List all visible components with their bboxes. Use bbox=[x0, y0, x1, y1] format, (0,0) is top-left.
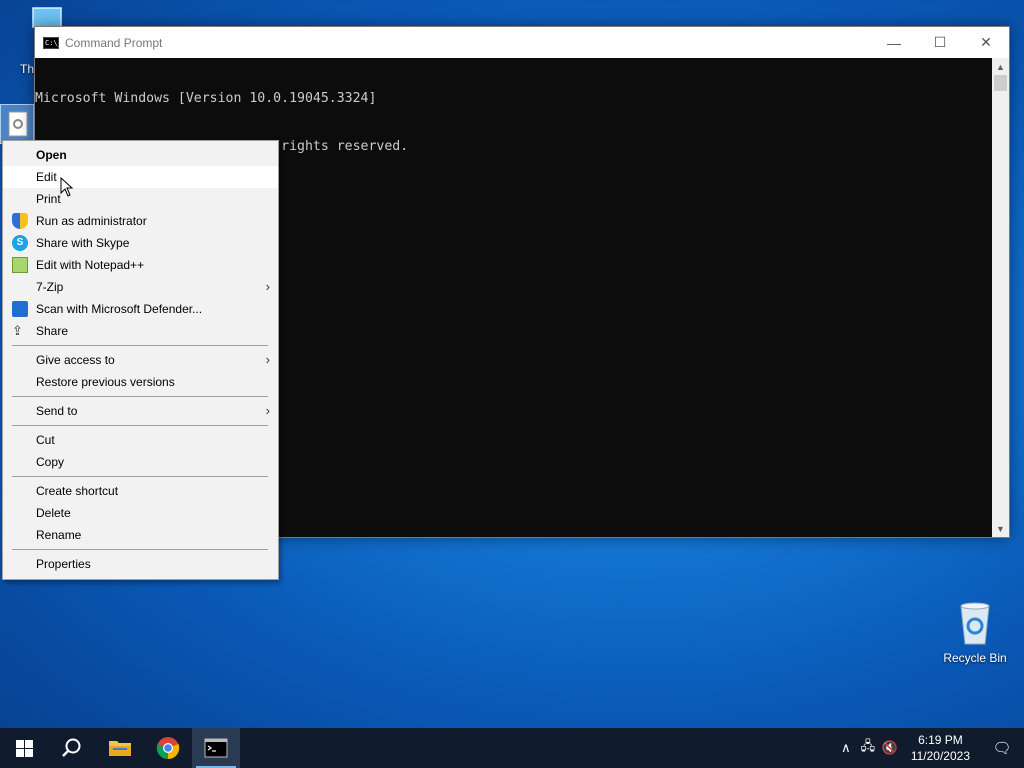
clock-time: 6:19 PM bbox=[918, 733, 963, 747]
scroll-down-arrow-icon[interactable]: ▼ bbox=[992, 520, 1009, 537]
menu-item-print[interactable]: Print bbox=[3, 188, 278, 210]
chevron-right-icon: › bbox=[265, 352, 270, 367]
menu-item-label: Copy bbox=[36, 455, 65, 469]
menu-item-label: Scan with Microsoft Defender... bbox=[36, 302, 203, 316]
vertical-scrollbar[interactable]: ▲ ▼ bbox=[992, 58, 1009, 537]
window-title: Command Prompt bbox=[65, 35, 163, 50]
menu-item-label: Print bbox=[36, 192, 61, 206]
cmd-app-icon: C:\_ bbox=[43, 36, 62, 49]
menu-item-properties[interactable]: Properties bbox=[3, 553, 278, 575]
menu-item-label: Cut bbox=[36, 433, 55, 447]
menu-item-label: Share with Skype bbox=[36, 236, 130, 250]
chrome-icon bbox=[156, 737, 180, 760]
menu-item-label: Properties bbox=[36, 557, 91, 571]
menu-item-label: Create shortcut bbox=[36, 484, 119, 498]
notification-icon[interactable]: 🗨 bbox=[980, 739, 1024, 757]
recycle-bin-label: Recycle Bin bbox=[943, 651, 1007, 665]
menu-item-label: Send to bbox=[36, 404, 78, 418]
minimize-button[interactable]: — bbox=[871, 27, 917, 58]
menu-item-edit[interactable]: Edit bbox=[3, 166, 278, 188]
clock[interactable]: 6:19 PM 11/20/2023 bbox=[901, 732, 980, 764]
close-button[interactable]: ✕ bbox=[963, 27, 1009, 58]
menu-separator bbox=[12, 476, 268, 477]
menu-item-copy[interactable]: Copy bbox=[3, 451, 278, 473]
chevron-right-icon: › bbox=[265, 279, 270, 294]
menu-item-open[interactable]: Open bbox=[3, 144, 278, 166]
menu-item-label: Edit with Notepad++ bbox=[36, 258, 145, 272]
menu-separator bbox=[12, 425, 268, 426]
defender-icon bbox=[12, 301, 28, 317]
menu-item-label: Rename bbox=[36, 528, 82, 542]
console-line: Microsoft Windows [Version 10.0.19045.33… bbox=[35, 91, 377, 106]
menu-item-give-access-to[interactable]: Give access to › bbox=[3, 349, 278, 371]
file-explorer-button[interactable] bbox=[96, 728, 144, 768]
skype-icon: S bbox=[12, 235, 28, 251]
menu-item-rename[interactable]: Rename bbox=[3, 524, 278, 546]
search-button[interactable] bbox=[48, 728, 96, 768]
system-tray: ∧ 🖧 🔇 6:19 PM 11/20/2023 🗨 bbox=[835, 728, 1024, 768]
menu-item-edit-with-notepad[interactable]: Edit with Notepad++ bbox=[3, 254, 278, 276]
network-icon[interactable]: 🖧 bbox=[857, 737, 879, 759]
menu-separator bbox=[12, 345, 268, 346]
volume-muted-icon[interactable]: 🔇 bbox=[879, 740, 901, 756]
menu-item-run-as-administrator[interactable]: Run as administrator bbox=[3, 210, 278, 232]
menu-item-label: Open bbox=[36, 148, 67, 162]
search-icon bbox=[62, 738, 81, 757]
gear-file-icon bbox=[8, 111, 28, 137]
folder-icon bbox=[109, 741, 131, 756]
menu-item-delete[interactable]: Delete bbox=[3, 502, 278, 524]
scroll-up-arrow-icon[interactable]: ▲ bbox=[992, 58, 1009, 75]
menu-separator bbox=[12, 549, 268, 550]
menu-item-restore-previous-versions[interactable]: Restore previous versions bbox=[3, 371, 278, 393]
menu-item-label: Restore previous versions bbox=[36, 375, 175, 389]
menu-item-share[interactable]: ⇪ Share bbox=[3, 320, 278, 342]
menu-item-label: Share bbox=[36, 324, 69, 338]
menu-item-7zip[interactable]: 7-Zip › bbox=[3, 276, 278, 298]
clock-date: 11/20/2023 bbox=[910, 749, 970, 763]
menu-item-send-to[interactable]: Send to › bbox=[3, 400, 278, 422]
menu-item-label: Give access to bbox=[36, 353, 115, 367]
notepad-plus-plus-icon bbox=[12, 257, 28, 273]
command-prompt-taskbar-button[interactable] bbox=[192, 728, 240, 768]
chrome-button[interactable] bbox=[144, 728, 192, 768]
start-button[interactable] bbox=[0, 728, 48, 768]
menu-item-label: Run as administrator bbox=[36, 214, 147, 228]
menu-item-label: 7-Zip bbox=[36, 280, 64, 294]
recycle-bin-icon bbox=[960, 602, 990, 645]
menu-item-share-with-skype[interactable]: S Share with Skype bbox=[3, 232, 278, 254]
uac-shield-icon bbox=[12, 213, 28, 229]
maximize-button[interactable]: ☐ bbox=[917, 27, 963, 58]
cmd-icon bbox=[204, 738, 228, 758]
context-menu: Open Edit Print Run as administrator S Sh… bbox=[2, 140, 279, 580]
window-titlebar[interactable]: C:\_ Command Prompt — ☐ ✕ bbox=[35, 27, 1009, 58]
chevron-right-icon: › bbox=[265, 403, 270, 418]
desktop-icon-recycle-bin[interactable]: Recycle Bin bbox=[940, 600, 1010, 665]
mouse-cursor-icon bbox=[60, 177, 74, 197]
menu-item-label: Edit bbox=[36, 170, 57, 184]
share-icon: ⇪ bbox=[12, 323, 23, 338]
scroll-thumb[interactable] bbox=[994, 75, 1007, 91]
menu-item-label: Delete bbox=[36, 506, 71, 520]
chevron-up-icon[interactable]: ∧ bbox=[835, 740, 857, 756]
taskbar: ∧ 🖧 🔇 6:19 PM 11/20/2023 🗨 bbox=[0, 728, 1024, 768]
menu-item-cut[interactable]: Cut bbox=[3, 429, 278, 451]
menu-item-scan-with-defender[interactable]: Scan with Microsoft Defender... bbox=[3, 298, 278, 320]
desktop-icon-selected-file[interactable] bbox=[0, 104, 34, 144]
windows-logo-icon bbox=[15, 739, 33, 757]
menu-item-create-shortcut[interactable]: Create shortcut bbox=[3, 480, 278, 502]
menu-separator bbox=[12, 396, 268, 397]
this-pc-label: Th bbox=[20, 62, 35, 76]
